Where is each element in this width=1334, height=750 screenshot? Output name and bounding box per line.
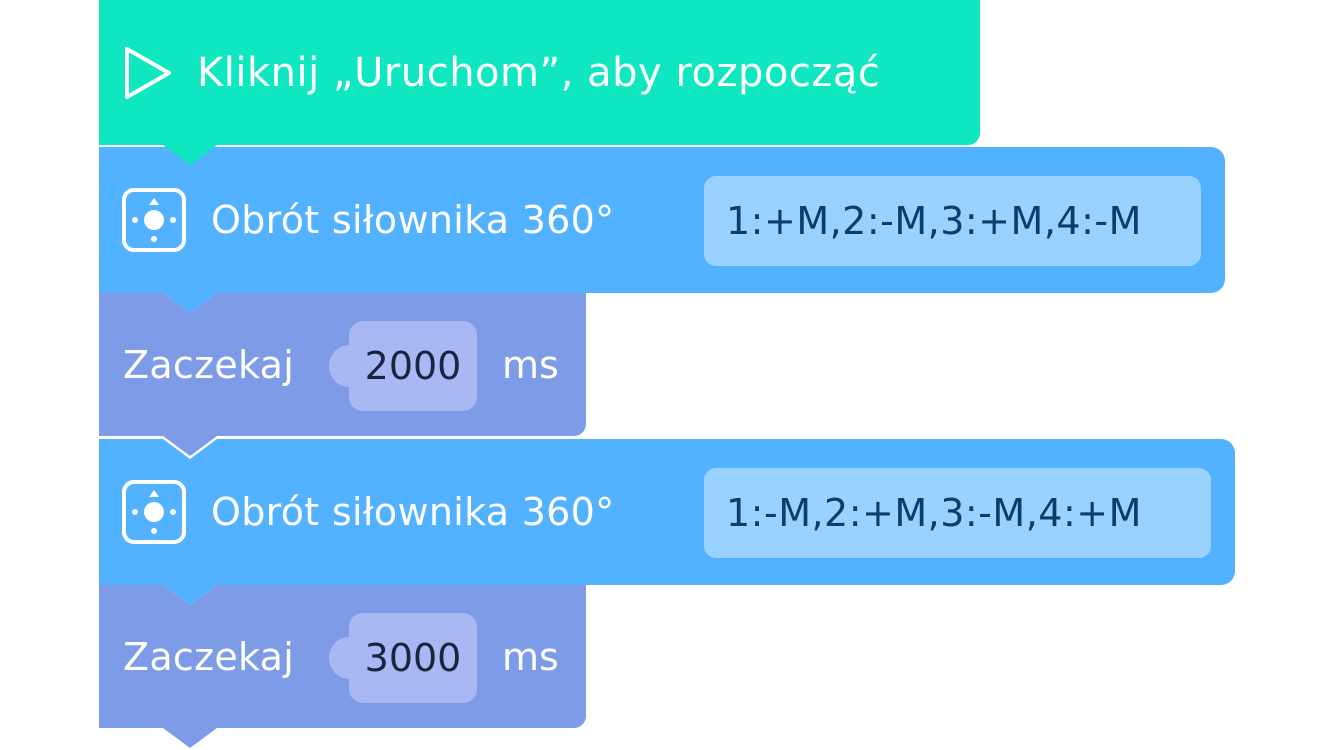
wait-block[interactable]: Zaczekaj 2000 ms xyxy=(99,293,586,456)
servo-block-label: Obrót siłownika 360° xyxy=(211,198,615,242)
servo-icon xyxy=(122,480,186,544)
wait-unit-label: ms xyxy=(502,634,559,679)
block-connector xyxy=(163,145,217,165)
wait-duration-input[interactable]: 2000 xyxy=(329,321,477,411)
play-icon[interactable] xyxy=(121,43,175,103)
wait-unit-label: ms xyxy=(502,342,559,387)
servo-value-field[interactable]: 1:-M,2:+M,3:-M,4:+M xyxy=(704,468,1211,558)
servo-icon xyxy=(122,188,186,252)
wait-block-label: Zaczekaj xyxy=(123,342,295,387)
start-block[interactable]: Kliknij „Uruchom”, aby rozpocząć xyxy=(99,0,980,165)
wait-block[interactable]: Zaczekaj 3000 ms xyxy=(99,585,586,748)
wait-block-label: Zaczekaj xyxy=(123,634,295,679)
servo-block[interactable]: Obrót siłownika 360° 1:+M,2:-M,3:+M,4:-M xyxy=(99,147,1225,313)
block-connector xyxy=(163,436,217,456)
servo-block-label: Obrót siłownika 360° xyxy=(211,490,615,534)
block-connector xyxy=(163,728,217,748)
start-block-label: Kliknij „Uruchom”, aby rozpocząć xyxy=(197,49,881,96)
block-connector xyxy=(163,293,217,313)
wait-duration-input[interactable]: 3000 xyxy=(329,613,477,703)
block-connector xyxy=(163,585,217,605)
servo-value-field[interactable]: 1:+M,2:-M,3:+M,4:-M xyxy=(704,176,1201,266)
servo-block[interactable]: Obrót siłownika 360° 1:-M,2:+M,3:-M,4:+M xyxy=(99,439,1235,605)
